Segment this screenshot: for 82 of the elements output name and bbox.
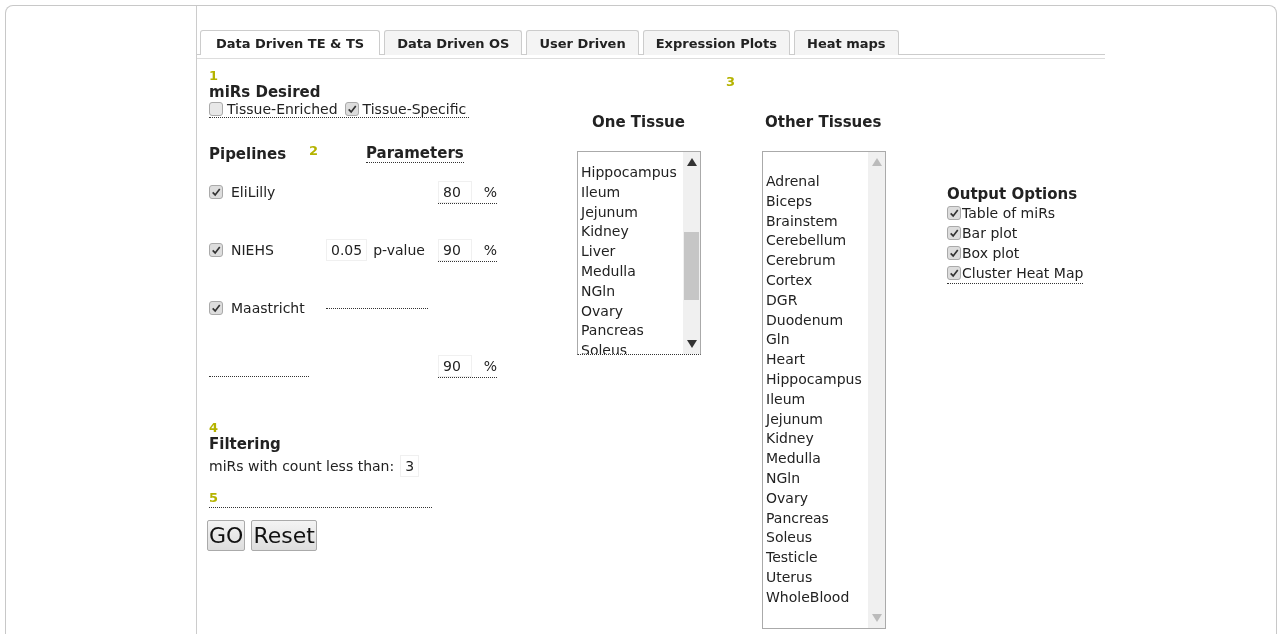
list-title: One Tissue bbox=[592, 113, 686, 131]
section-title: Output Options bbox=[947, 185, 1079, 203]
list-item[interactable]: Hippocampus bbox=[581, 163, 683, 183]
column-heading: Parameters bbox=[366, 144, 464, 163]
field-label: miRs with count less than: bbox=[209, 458, 395, 474]
list-item[interactable]: Uterus bbox=[766, 567, 868, 588]
input-field[interactable]: 3 bbox=[400, 455, 420, 477]
step-number: 4 bbox=[209, 421, 219, 435]
list-item[interactable]: Cerebrum bbox=[766, 251, 868, 271]
section-title: miRs Desired bbox=[209, 83, 321, 101]
tab[interactable]: Data Driven OS bbox=[384, 30, 523, 55]
list-item[interactable]: NGln bbox=[766, 468, 868, 489]
input-field[interactable]: 0.05 bbox=[326, 239, 368, 261]
checkbox[interactable] bbox=[947, 226, 961, 240]
list-item[interactable]: Liver bbox=[581, 242, 683, 262]
list-item[interactable]: Ovary bbox=[581, 301, 683, 322]
list-title: Other Tissues bbox=[765, 113, 883, 131]
list-box[interactable]: Adrenal Biceps Brainstem Cerebellum Cerebrum Cortex DGR Duodenum Gln Heart Hippocampus Ileum Jejunum Kidney Medulla NGln Ovary Pancreas Soleus Testicle Uterus WholeBlood bbox=[762, 151, 886, 629]
tab[interactable]: User Driven bbox=[526, 30, 639, 55]
unit-label: % bbox=[483, 183, 497, 200]
list-item[interactable]: Duodenum bbox=[766, 310, 868, 331]
input-field[interactable]: 90 bbox=[438, 238, 472, 261]
tab[interactable]: Data Driven TE & TS bbox=[200, 30, 381, 55]
list-item[interactable]: WholeBlood bbox=[766, 587, 868, 608]
action-button[interactable]: Reset bbox=[251, 520, 317, 551]
step-number: 3 bbox=[726, 75, 737, 89]
list-item[interactable]: Ileum bbox=[581, 182, 683, 203]
unit-label: % bbox=[483, 241, 497, 258]
checkbox[interactable] bbox=[209, 243, 223, 257]
list-item[interactable]: Medulla bbox=[766, 449, 868, 469]
checkbox-label: NIEHS bbox=[231, 242, 274, 258]
list-item[interactable]: Gln bbox=[766, 330, 868, 351]
checkbox[interactable] bbox=[209, 185, 223, 199]
section-title: Filtering bbox=[209, 435, 281, 453]
checkbox-label: Bar plot bbox=[962, 224, 1018, 243]
list-item[interactable]: Kidney bbox=[766, 429, 868, 450]
checkbox-label: Box plot bbox=[962, 244, 1020, 263]
step-number: 1 bbox=[209, 69, 219, 83]
checkbox[interactable] bbox=[344, 102, 359, 116]
list-item[interactable]: Jejunum bbox=[766, 409, 868, 430]
list-item[interactable]: Ovary bbox=[766, 488, 868, 509]
checkbox[interactable] bbox=[947, 246, 961, 260]
scroll-up-icon[interactable] bbox=[686, 158, 697, 166]
list-item[interactable]: Brainstem bbox=[766, 211, 868, 232]
checkbox-label: Table of miRs bbox=[962, 204, 1056, 223]
list-item[interactable]: Hippocampus bbox=[766, 369, 868, 390]
list-item[interactable]: Cortex bbox=[766, 271, 868, 291]
step-number: 5 bbox=[209, 491, 219, 505]
tab[interactable]: Heat maps bbox=[794, 30, 899, 55]
scrollbar[interactable] bbox=[683, 152, 700, 354]
list-item[interactable]: Heart bbox=[766, 350, 868, 370]
step-number: 2 bbox=[309, 144, 320, 158]
list-item[interactable]: Pancreas bbox=[581, 321, 683, 342]
checkbox-label: Maastricht bbox=[231, 300, 305, 316]
checkbox[interactable] bbox=[947, 206, 961, 220]
checkbox-label: EliLilly bbox=[231, 184, 276, 200]
tab[interactable]: Expression Plots bbox=[642, 30, 790, 55]
list-item[interactable]: NGln bbox=[581, 281, 683, 302]
field-label: p-value bbox=[373, 242, 425, 258]
checkbox[interactable] bbox=[209, 102, 223, 116]
list-item[interactable]: Kidney bbox=[581, 222, 683, 243]
checkbox-label: Tissue-Enriched bbox=[227, 101, 338, 117]
input-field[interactable]: 90 bbox=[438, 354, 472, 377]
list-item[interactable]: Soleus bbox=[766, 528, 868, 549]
scroll-down-icon[interactable] bbox=[686, 340, 697, 348]
list-item[interactable]: Biceps bbox=[766, 191, 868, 212]
list-item[interactable]: Adrenal bbox=[766, 172, 868, 192]
list-item[interactable]: Testicle bbox=[766, 548, 868, 568]
list-item[interactable]: Pancreas bbox=[766, 508, 868, 529]
list-item[interactable]: Cerebellum bbox=[766, 231, 868, 252]
checkbox[interactable] bbox=[209, 301, 223, 315]
list-item[interactable]: DGR bbox=[766, 290, 868, 311]
action-button[interactable]: GO bbox=[207, 520, 246, 551]
checkbox-label: Tissue-Specific bbox=[362, 101, 467, 117]
list-item[interactable]: Ileum bbox=[766, 389, 868, 410]
input-field[interactable]: 80 bbox=[438, 180, 472, 203]
list-item[interactable]: Jejunum bbox=[581, 202, 683, 223]
unit-label: % bbox=[483, 357, 497, 374]
list-item[interactable]: Medulla bbox=[581, 262, 683, 282]
checkbox[interactable] bbox=[947, 266, 961, 280]
section-title: Pipelines bbox=[209, 145, 288, 163]
checkbox-label: Cluster Heat Map bbox=[962, 264, 1084, 283]
